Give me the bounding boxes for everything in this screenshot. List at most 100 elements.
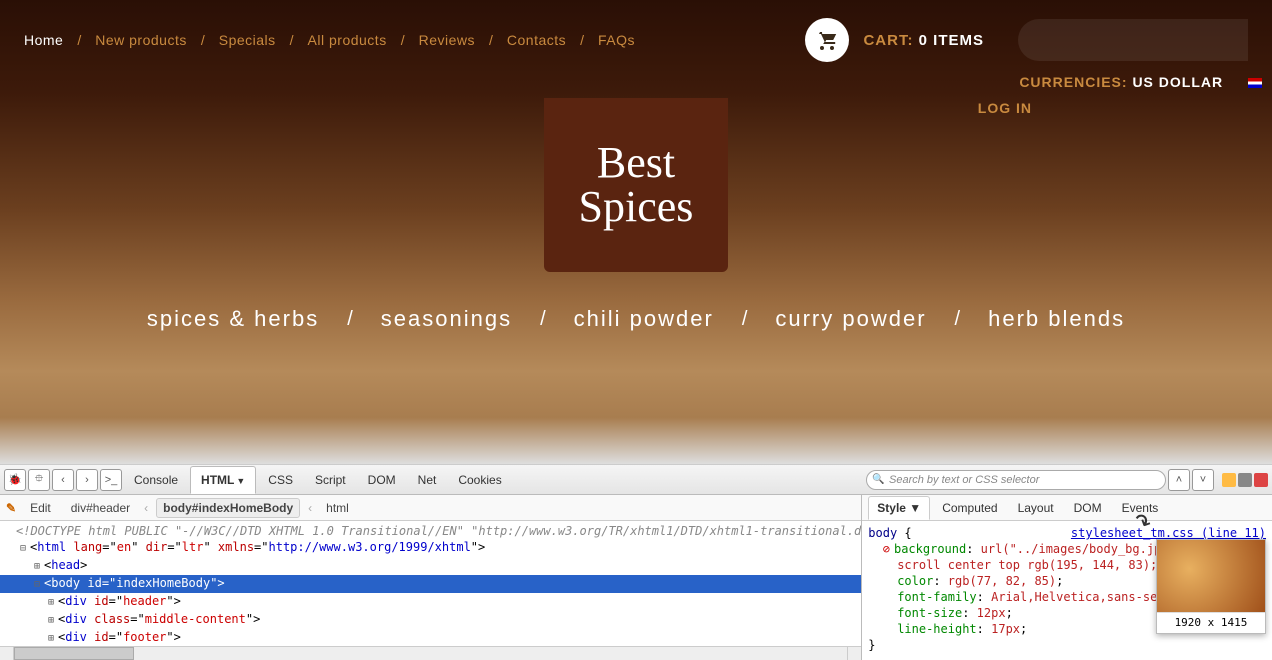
back-icon[interactable]: ‹ bbox=[52, 469, 74, 491]
popout-icon[interactable] bbox=[1238, 473, 1252, 487]
window-controls bbox=[1222, 473, 1268, 487]
div-header-element[interactable]: ⊞<div id="header"> bbox=[0, 593, 861, 611]
disabled-icon: ⊘ bbox=[883, 542, 890, 556]
devtools-toolbar: 🐞 ⯐ ‹ › >_ Console HTML▼ CSS Script DOM … bbox=[0, 465, 1272, 495]
tab-script[interactable]: Script bbox=[305, 467, 356, 493]
devtools-body: ✎ Edit div#header ‹ body#indexHomeBody ‹ h… bbox=[0, 495, 1272, 660]
devtools-style-panel: Style ▼ Computed Layout DOM Events ↷ sty… bbox=[862, 495, 1272, 660]
cat-sep: / bbox=[955, 308, 961, 331]
search-down-icon[interactable]: ˅ bbox=[1192, 469, 1214, 491]
rtab-computed[interactable]: Computed bbox=[934, 497, 1005, 519]
console-toggle-icon[interactable]: >_ bbox=[100, 469, 122, 491]
cat-curry-powder[interactable]: curry powder bbox=[775, 306, 926, 332]
edit-icon[interactable]: ✎ bbox=[6, 501, 16, 515]
expand-icon[interactable]: ⊞ bbox=[44, 631, 58, 646]
body-element-selected[interactable]: ⊟<body id="indexHomeBody"> bbox=[0, 575, 861, 593]
doctype-line: <!DOCTYPE html PUBLIC "-//W3C//DTD XHTML… bbox=[16, 524, 861, 538]
cart-text[interactable]: CART: 0 ITEMS bbox=[863, 32, 984, 49]
cat-spices-herbs[interactable]: spices & herbs bbox=[147, 306, 319, 332]
cart-area: CART: 0 ITEMS bbox=[805, 18, 1248, 62]
nav-all-products[interactable]: All products bbox=[308, 32, 387, 48]
breadcrumb-item[interactable]: div#header bbox=[65, 499, 136, 517]
devtools-panel: 🐞 ⯐ ‹ › >_ Console HTML▼ CSS Script DOM … bbox=[0, 464, 1272, 660]
nav-sep: / bbox=[489, 32, 493, 48]
head-element[interactable]: ⊞<head> bbox=[0, 557, 861, 575]
horizontal-scrollbar[interactable] bbox=[0, 646, 861, 660]
nav-faqs[interactable]: FAQs bbox=[598, 32, 635, 48]
style-tabs: Style ▼ Computed Layout DOM Events bbox=[862, 495, 1272, 521]
chevron-left-icon: ‹ bbox=[308, 501, 312, 515]
image-preview-tooltip: 1920 x 1415 bbox=[1156, 539, 1266, 634]
collapse-icon[interactable]: ⊟ bbox=[16, 541, 30, 557]
chevron-down-icon: ▼ bbox=[906, 501, 921, 515]
close-icon[interactable] bbox=[1254, 473, 1268, 487]
cat-chili-powder[interactable]: chili powder bbox=[574, 306, 714, 332]
cat-sep: / bbox=[540, 308, 546, 331]
cat-sep: / bbox=[742, 308, 748, 331]
rtab-layout[interactable]: Layout bbox=[1010, 497, 1062, 519]
rtab-style[interactable]: Style ▼ bbox=[868, 496, 930, 520]
cart-items: 0 ITEMS bbox=[919, 32, 984, 49]
flag-icon[interactable] bbox=[1248, 78, 1262, 88]
nav-reviews[interactable]: Reviews bbox=[419, 32, 475, 48]
preview-dimensions: 1920 x 1415 bbox=[1157, 612, 1265, 633]
css-rules[interactable]: ↷ stylesheet_tm.css (line 11) body { ⊘ba… bbox=[862, 521, 1272, 660]
currencies-value[interactable]: US DOLLAR bbox=[1132, 74, 1223, 90]
category-bar: spices & herbs / seasonings / chili powder… bbox=[0, 306, 1272, 332]
minimize-icon[interactable] bbox=[1222, 473, 1236, 487]
div-footer-element[interactable]: ⊞<div id="footer"> bbox=[0, 629, 861, 646]
firebug-icon[interactable]: 🐞 bbox=[4, 469, 26, 491]
cart-icon[interactable] bbox=[805, 18, 849, 62]
cat-herb-blends[interactable]: herb blends bbox=[988, 306, 1125, 332]
chevron-down-icon: ▼ bbox=[236, 476, 245, 486]
nav-sep: / bbox=[77, 32, 81, 48]
tab-cookies[interactable]: Cookies bbox=[448, 467, 511, 493]
cat-seasonings[interactable]: seasonings bbox=[381, 306, 512, 332]
rtab-dom[interactable]: DOM bbox=[1066, 497, 1110, 519]
tab-css[interactable]: CSS bbox=[258, 467, 303, 493]
nav-sep: / bbox=[290, 32, 294, 48]
collapse-icon[interactable]: ⊟ bbox=[30, 577, 44, 593]
html-tree[interactable]: <!DOCTYPE html PUBLIC "-//W3C//DTD XHTML… bbox=[0, 521, 861, 646]
breadcrumb: ✎ Edit div#header ‹ body#indexHomeBody ‹ h… bbox=[0, 495, 861, 521]
nav-home[interactable]: Home bbox=[24, 32, 63, 48]
nav-specials[interactable]: Specials bbox=[219, 32, 276, 48]
breadcrumb-item[interactable]: html bbox=[320, 499, 355, 517]
expand-icon[interactable]: ⊞ bbox=[30, 559, 44, 575]
login-link[interactable]: LOG IN bbox=[978, 100, 1032, 116]
top-nav: Home / New products / Specials / All produc… bbox=[24, 32, 635, 48]
logo[interactable]: Best Spices bbox=[544, 98, 728, 272]
tab-dom[interactable]: DOM bbox=[358, 467, 406, 493]
logo-line1: Best bbox=[579, 141, 694, 185]
nav-sep: / bbox=[201, 32, 205, 48]
search-input[interactable] bbox=[1018, 19, 1248, 61]
forward-icon[interactable]: › bbox=[76, 469, 98, 491]
logo-line2: Spices bbox=[579, 185, 694, 229]
tab-console[interactable]: Console bbox=[124, 467, 188, 493]
chevron-left-icon: ‹ bbox=[144, 501, 148, 515]
cart-label: CART: bbox=[863, 32, 913, 49]
expand-icon[interactable]: ⊞ bbox=[44, 595, 58, 611]
div-middle-element[interactable]: ⊞<div class="middle-content"> bbox=[0, 611, 861, 629]
top-bar: Home / New products / Specials / All produc… bbox=[0, 0, 1272, 62]
currency-row: CURRENCIES: US DOLLAR bbox=[0, 62, 1272, 90]
nav-sep: / bbox=[580, 32, 584, 48]
cat-sep: / bbox=[347, 308, 353, 331]
devtools-search-input[interactable]: Search by text or CSS selector bbox=[866, 470, 1166, 490]
logo-text: Best Spices bbox=[579, 141, 694, 229]
tab-html[interactable]: HTML▼ bbox=[190, 466, 256, 494]
breadcrumb-item-selected[interactable]: body#indexHomeBody bbox=[156, 498, 300, 518]
search-up-icon[interactable]: ˄ bbox=[1168, 469, 1190, 491]
html-element[interactable]: ⊟<html lang="en" dir="ltr" xmlns="http:/… bbox=[0, 539, 861, 557]
css-selector: body bbox=[868, 526, 897, 540]
css-close-brace: } bbox=[868, 637, 1266, 653]
devtools-html-panel: ✎ Edit div#header ‹ body#indexHomeBody ‹ h… bbox=[0, 495, 862, 660]
inspect-icon[interactable]: ⯐ bbox=[28, 469, 50, 491]
nav-sep: / bbox=[401, 32, 405, 48]
expand-icon[interactable]: ⊞ bbox=[44, 613, 58, 629]
nav-contacts[interactable]: Contacts bbox=[507, 32, 566, 48]
breadcrumb-edit[interactable]: Edit bbox=[24, 499, 57, 517]
nav-new-products[interactable]: New products bbox=[95, 32, 187, 48]
tab-net[interactable]: Net bbox=[408, 467, 447, 493]
preview-thumbnail bbox=[1157, 540, 1265, 612]
